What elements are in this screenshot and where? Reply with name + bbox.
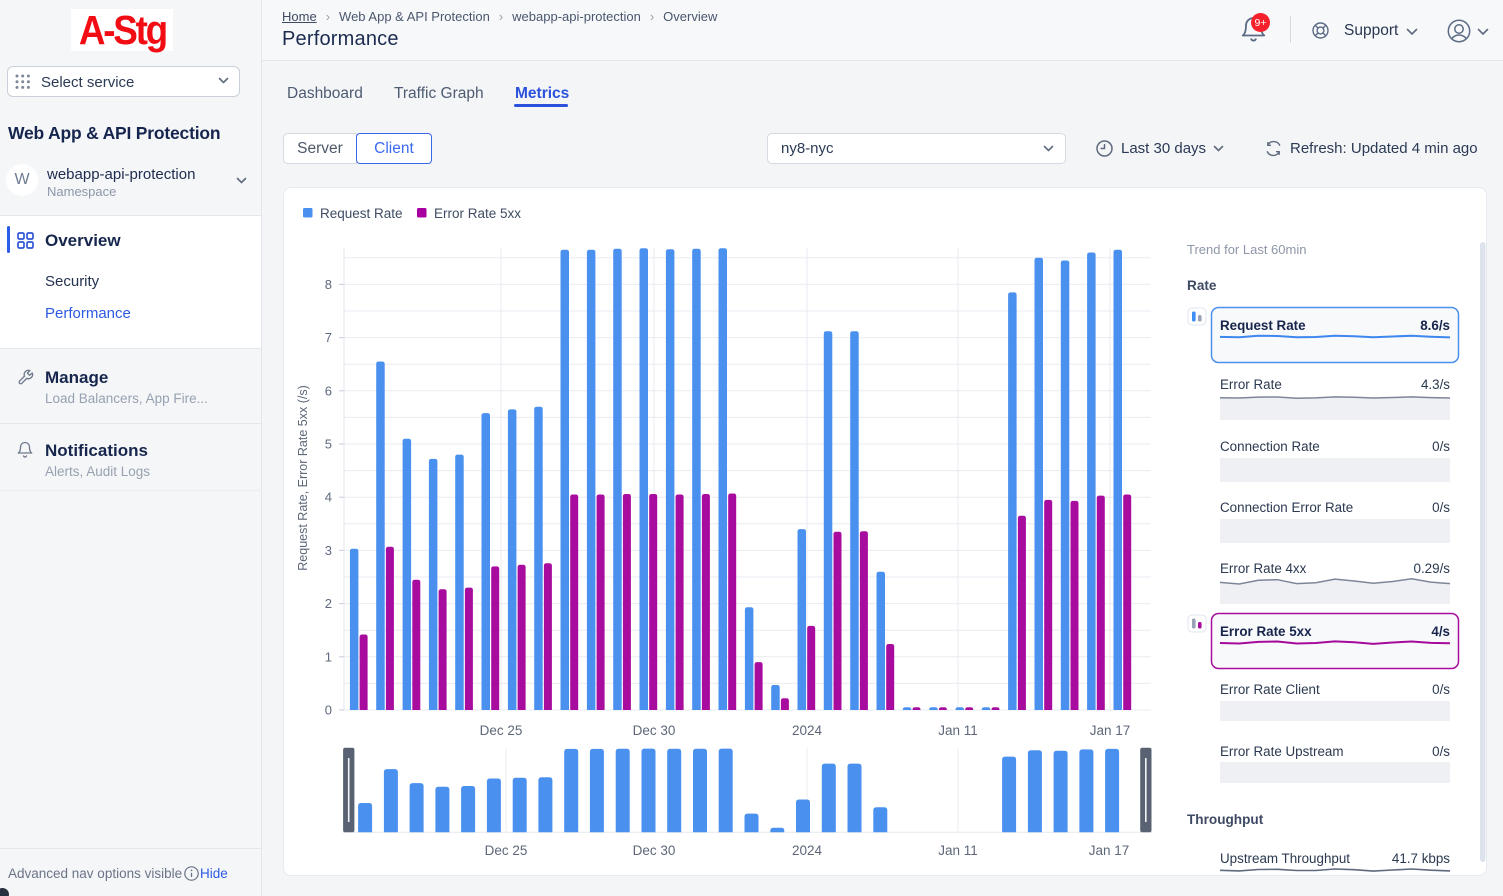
svg-text:0/s: 0/s [1432, 682, 1450, 697]
svg-text:Jan 17: Jan 17 [1090, 723, 1131, 738]
svg-text:4.3/s: 4.3/s [1421, 377, 1450, 392]
svg-text:0.29/s: 0.29/s [1414, 561, 1451, 576]
svg-text:Rate: Rate [1187, 278, 1217, 293]
svg-text:Request Rate, Error Rate 5xx (: Request Rate, Error Rate 5xx (/s) [296, 385, 310, 570]
svg-text:5: 5 [325, 437, 332, 452]
svg-text:7: 7 [325, 330, 332, 345]
svg-text:2024: 2024 [792, 843, 823, 858]
svg-text:Jan 17: Jan 17 [1089, 843, 1130, 858]
svg-text:4/s: 4/s [1431, 624, 1450, 639]
svg-text:Jan 11: Jan 11 [938, 723, 978, 738]
svg-text:Error Rate 5xx: Error Rate 5xx [434, 206, 521, 221]
svg-text:8: 8 [325, 277, 332, 292]
svg-text:Dec 25: Dec 25 [485, 843, 528, 858]
svg-text:0: 0 [325, 703, 332, 718]
svg-text:41.7 kbps: 41.7 kbps [1392, 851, 1450, 866]
svg-text:Jan 11: Jan 11 [938, 843, 978, 858]
svg-text:Error Rate Upstream: Error Rate Upstream [1220, 744, 1344, 759]
svg-text:Dec 30: Dec 30 [633, 843, 676, 858]
svg-text:Connection Error Rate: Connection Error Rate [1220, 500, 1353, 515]
svg-text:Connection Rate: Connection Rate [1220, 439, 1320, 454]
svg-text:Trend for Last 60min: Trend for Last 60min [1187, 242, 1306, 257]
svg-text:1: 1 [325, 649, 332, 664]
svg-text:Throughput: Throughput [1187, 812, 1264, 827]
svg-text:Request Rate: Request Rate [1220, 318, 1306, 333]
svg-text:Error Rate Client: Error Rate Client [1220, 682, 1320, 697]
svg-text:Dec 30: Dec 30 [633, 723, 676, 738]
svg-text:6: 6 [325, 383, 332, 398]
svg-text:Request Rate: Request Rate [320, 206, 403, 221]
svg-text:0/s: 0/s [1432, 500, 1450, 515]
svg-text:3: 3 [325, 543, 332, 558]
svg-text:Error Rate 4xx: Error Rate 4xx [1220, 561, 1307, 576]
svg-text:8.6/s: 8.6/s [1420, 318, 1450, 333]
svg-text:0/s: 0/s [1432, 744, 1450, 759]
svg-text:0/s: 0/s [1432, 439, 1450, 454]
svg-text:2: 2 [325, 596, 332, 611]
svg-text:Upstream Throughput: Upstream Throughput [1220, 851, 1350, 866]
svg-text:Error Rate: Error Rate [1220, 377, 1282, 392]
svg-text:Error Rate 5xx: Error Rate 5xx [1220, 624, 1312, 639]
svg-text:Dec 25: Dec 25 [480, 723, 523, 738]
svg-text:2024: 2024 [792, 723, 823, 738]
svg-text:4: 4 [325, 490, 332, 505]
